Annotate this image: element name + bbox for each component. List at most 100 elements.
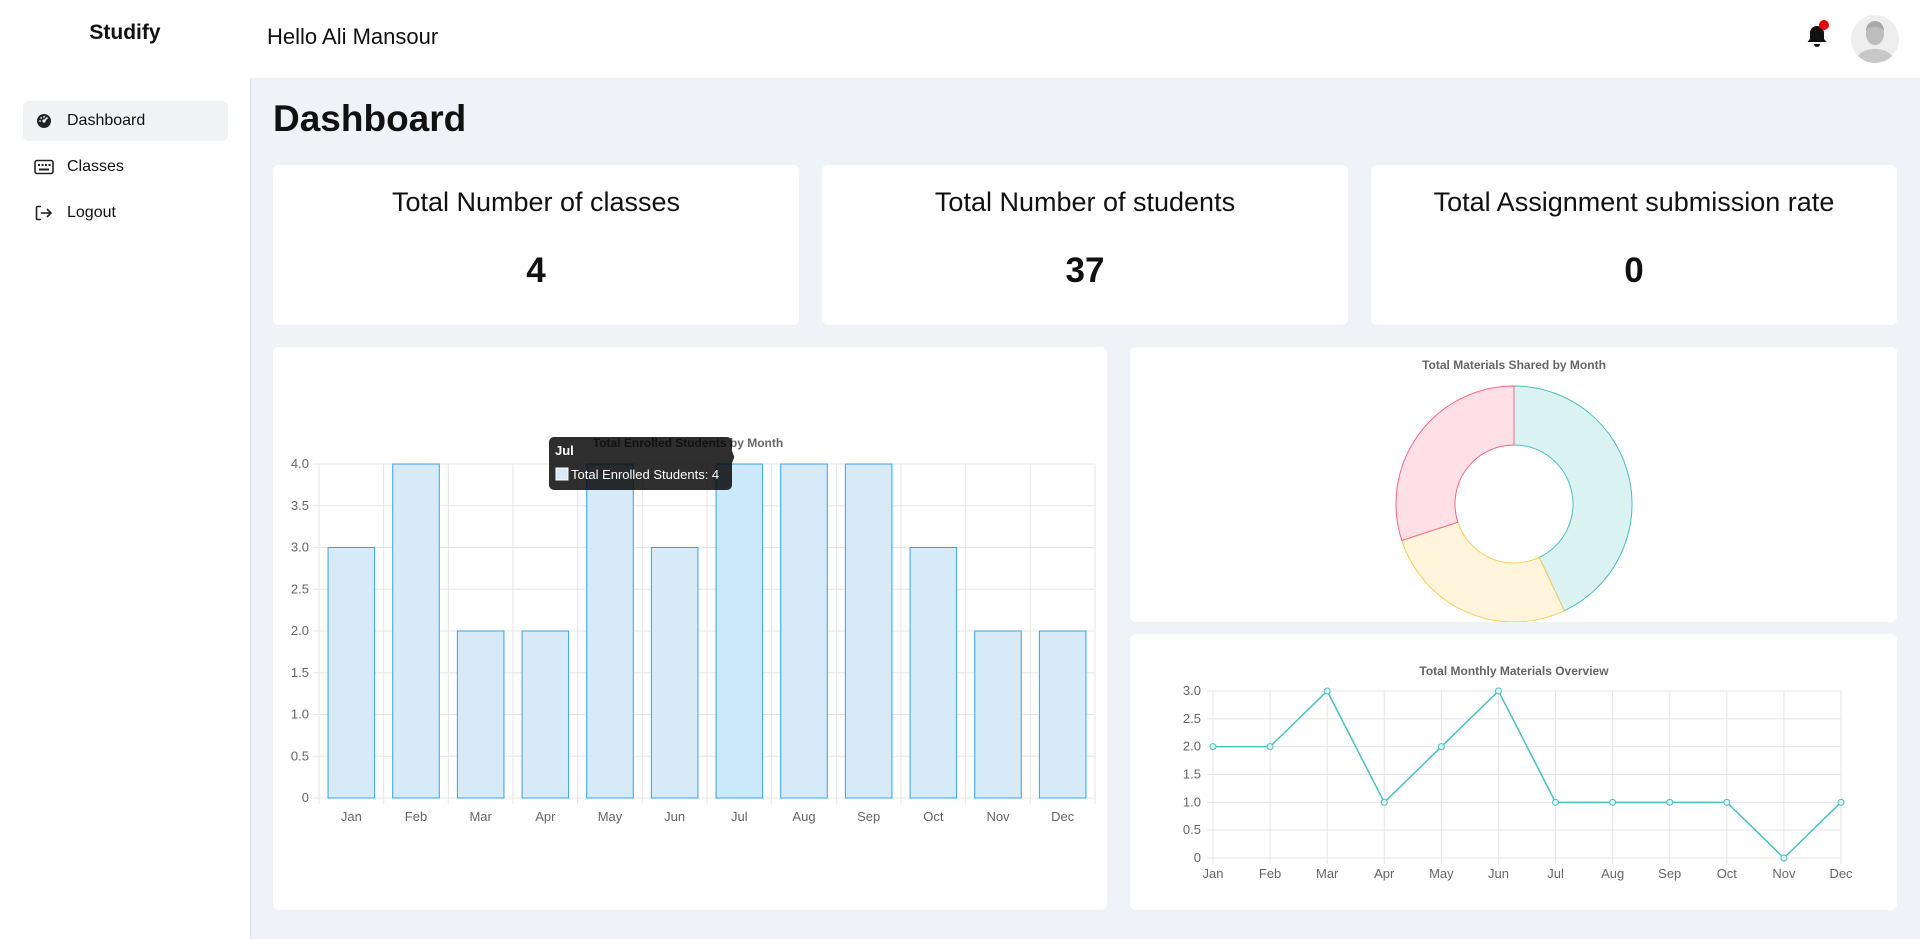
- chart-title: Total Enrolled Students by Month: [593, 436, 783, 450]
- data-point: [1552, 798, 1560, 806]
- x-tick-label: Jul: [1547, 866, 1564, 881]
- y-tick-label: 1.5: [1183, 767, 1201, 782]
- bar: [715, 463, 764, 799]
- x-tick-label: May: [598, 809, 623, 824]
- data-point: [1723, 798, 1731, 806]
- x-tick-label: Apr: [1374, 866, 1395, 881]
- data-point: [1837, 798, 1845, 806]
- bar: [909, 547, 958, 799]
- bar: [844, 463, 893, 799]
- bar: [1038, 630, 1087, 799]
- chart-title: Total Monthly Materials Overview: [1419, 664, 1609, 678]
- x-tick-label: Jul: [731, 809, 748, 824]
- y-tick-label: 1.5: [291, 665, 309, 680]
- data-point: [1323, 687, 1331, 695]
- doughnut-slice: [1395, 385, 1515, 542]
- tooltip-swatch: [555, 467, 569, 481]
- y-tick-label: 2.5: [1183, 711, 1201, 726]
- x-tick-label: Sep: [857, 809, 880, 824]
- stat-card-students: Total Number of students 37: [822, 165, 1348, 325]
- monthly-materials-chart-card: Total Monthly Materials Overview 0 0.5 1.0 1…: [1130, 634, 1897, 910]
- page-title: Dashboard: [273, 98, 467, 139]
- bar: [392, 463, 440, 799]
- y-tick-label: 0.5: [1183, 822, 1201, 837]
- y-tick-label: 2.0: [1183, 739, 1201, 754]
- sidebar-item-logout[interactable]: Logout: [23, 193, 228, 233]
- x-tick-label: Jun: [1488, 866, 1509, 881]
- y-tick-label: 1.0: [1183, 794, 1201, 809]
- avatar[interactable]: [1851, 15, 1899, 63]
- x-tick-label: Aug: [1601, 866, 1624, 881]
- data-point: [1609, 798, 1617, 806]
- x-tick-label: Mar: [1316, 866, 1339, 881]
- top-bar: Hello Ali Mansour: [250, 0, 1920, 78]
- bell-icon[interactable]: [1803, 20, 1831, 50]
- y-tick-label: 0: [1194, 850, 1201, 865]
- data-point: [1780, 854, 1788, 862]
- x-tick-label: Apr: [535, 809, 556, 824]
- stat-title: Total Number of students: [934, 187, 1236, 217]
- sidebar-item-dashboard[interactable]: Dashboard: [23, 101, 228, 141]
- materials-shared-doughnut-chart[interactable]: Total Materials Shared by Month: [1130, 347, 1897, 623]
- sidebar-item-label: Dashboard: [67, 112, 146, 129]
- data-point: [1494, 687, 1502, 695]
- x-tick-label: Jan: [1203, 866, 1224, 881]
- tooltip-caret: [732, 451, 735, 463]
- sidebar-item-label: Classes: [67, 158, 124, 175]
- sidebar-nav: Dashboard Classes Logout: [23, 101, 228, 239]
- stat-value: 0: [1624, 251, 1644, 290]
- y-tick-label: 3.5: [291, 498, 309, 513]
- x-tick-label: Oct: [1717, 866, 1738, 881]
- x-tick-label: Feb: [1259, 866, 1281, 881]
- x-tick-label: Nov: [1772, 866, 1796, 881]
- y-tick-label: 3.0: [1183, 683, 1201, 698]
- materials-shared-chart-card: Total Materials Shared by Month: [1130, 347, 1897, 623]
- tooltip-title: Jul: [555, 443, 574, 458]
- y-tick-label: 0.5: [291, 748, 309, 763]
- y-tick-label: 2.0: [291, 623, 309, 638]
- brand-logo[interactable]: Studify: [0, 21, 250, 45]
- bar: [521, 630, 570, 799]
- data-point: [1209, 743, 1217, 751]
- data-point: [1380, 798, 1388, 806]
- x-tick-label: Dec: [1829, 866, 1853, 881]
- data-point: [1437, 743, 1445, 751]
- stat-title: Total Assignment submission rate: [1433, 187, 1835, 217]
- y-tick-label: 1.0: [291, 707, 309, 722]
- keyboard-icon: [33, 156, 55, 178]
- x-tick-label: Mar: [469, 809, 492, 824]
- x-tick-label: Jan: [341, 809, 362, 824]
- y-tick-label: 4.0: [291, 456, 309, 471]
- enrolled-students-bar-chart[interactable]: 0 0.5 1.0 1.5 2.0 2.5 3.0 3.5 4.0 Jan Feb Mar Apr May…: [273, 347, 1107, 910]
- chart-title: Total Materials Shared by Month: [1422, 358, 1606, 372]
- bar: [456, 630, 505, 799]
- sidebar-item-label: Logout: [67, 204, 116, 221]
- data-point: [1666, 798, 1674, 806]
- bar: [327, 547, 376, 799]
- stat-title: Total Number of classes: [391, 187, 681, 217]
- x-tick-label: Oct: [923, 809, 944, 824]
- sidebar: Studify Dashboard Classes Logout: [0, 0, 250, 939]
- y-tick-label: 3.0: [291, 540, 309, 555]
- data-point: [1266, 743, 1274, 751]
- y-tick-label: 2.5: [291, 581, 309, 596]
- bar: [974, 630, 1022, 799]
- dashboard-icon: [33, 110, 55, 132]
- stat-card-classes: Total Number of classes 4: [273, 165, 799, 325]
- x-tick-label: Aug: [792, 809, 815, 824]
- x-tick-label: Jun: [664, 809, 685, 824]
- notification-badge: [1819, 20, 1829, 30]
- monthly-materials-line-chart[interactable]: Total Monthly Materials Overview 0 0.5 1.0 1…: [1130, 634, 1897, 910]
- x-tick-label: Sep: [1658, 866, 1681, 881]
- logout-icon: [33, 202, 55, 224]
- x-tick-label: May: [1429, 866, 1454, 881]
- y-tick-label: 0: [302, 790, 309, 805]
- sidebar-item-classes[interactable]: Classes: [23, 147, 228, 187]
- doughnut-slice: [1401, 521, 1565, 623]
- bar: [780, 463, 828, 799]
- x-tick-label: Dec: [1051, 809, 1075, 824]
- stat-value: 37: [1065, 251, 1105, 290]
- stat-value: 4: [526, 251, 546, 290]
- stat-card-submission-rate: Total Assignment submission rate 0: [1371, 165, 1897, 325]
- greeting-text: Hello Ali Mansour: [267, 24, 439, 49]
